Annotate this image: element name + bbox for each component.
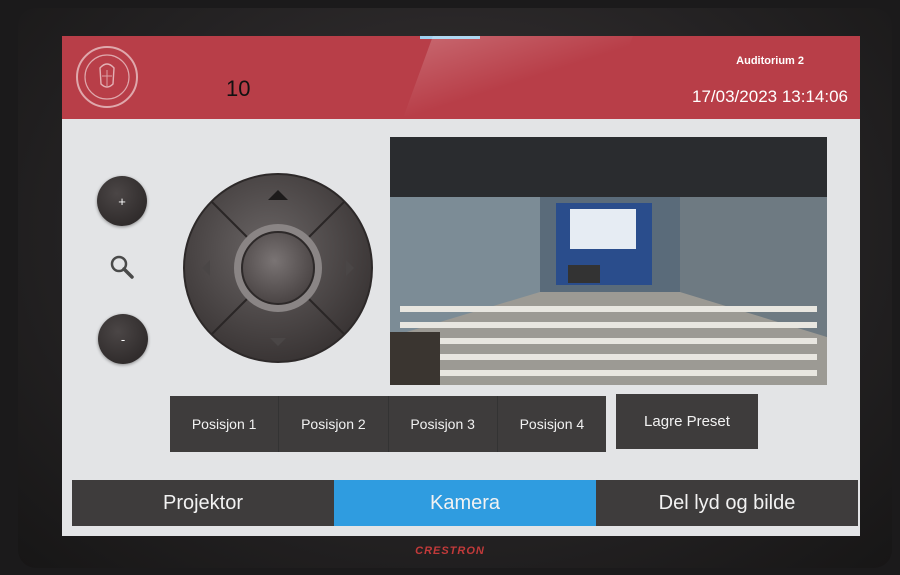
preset-1-button[interactable]: Posisjon 1 xyxy=(170,396,280,452)
preset-4-button[interactable]: Posisjon 4 xyxy=(498,396,606,452)
header-number: 10 xyxy=(226,76,251,101)
university-seal-logo xyxy=(76,46,138,108)
preset-bar: Posisjon 1 Posisjon 2 Posisjon 3 Posisjo… xyxy=(170,396,606,452)
camera-direction-pad[interactable] xyxy=(182,172,374,364)
top-indicator xyxy=(420,36,480,39)
tab-kamera[interactable]: Kamera xyxy=(334,480,596,526)
camera-preview xyxy=(390,137,827,385)
bottom-nav: Projektor Kamera Del lyd og bilde xyxy=(72,480,858,526)
date-time: 17/03/2023 13:14:06 xyxy=(692,87,848,106)
preset-3-button[interactable]: Posisjon 3 xyxy=(389,396,498,452)
zoom-in-label: + xyxy=(118,193,126,209)
zoom-in-button[interactable]: + xyxy=(97,176,147,226)
tab-del-lyd-og-bilde[interactable]: Del lyd og bilde xyxy=(596,480,858,526)
zoom-out-button[interactable]: - xyxy=(98,314,148,364)
header-bar: 10 Auditorium 2 17/03/2023 13:14:06 xyxy=(62,36,860,119)
magnifier-icon xyxy=(109,254,135,285)
tab-projektor[interactable]: Projektor xyxy=(72,480,334,526)
touch-panel-screen: 10 Auditorium 2 17/03/2023 13:14:06 + - xyxy=(62,36,860,536)
zoom-out-label: - xyxy=(120,331,126,347)
crestron-brand-logo: CRESTRON xyxy=(415,545,485,557)
room-name: Auditorium 2 xyxy=(736,55,804,67)
save-preset-button[interactable]: Lagre Preset xyxy=(616,394,758,449)
preset-2-button[interactable]: Posisjon 2 xyxy=(279,396,389,452)
